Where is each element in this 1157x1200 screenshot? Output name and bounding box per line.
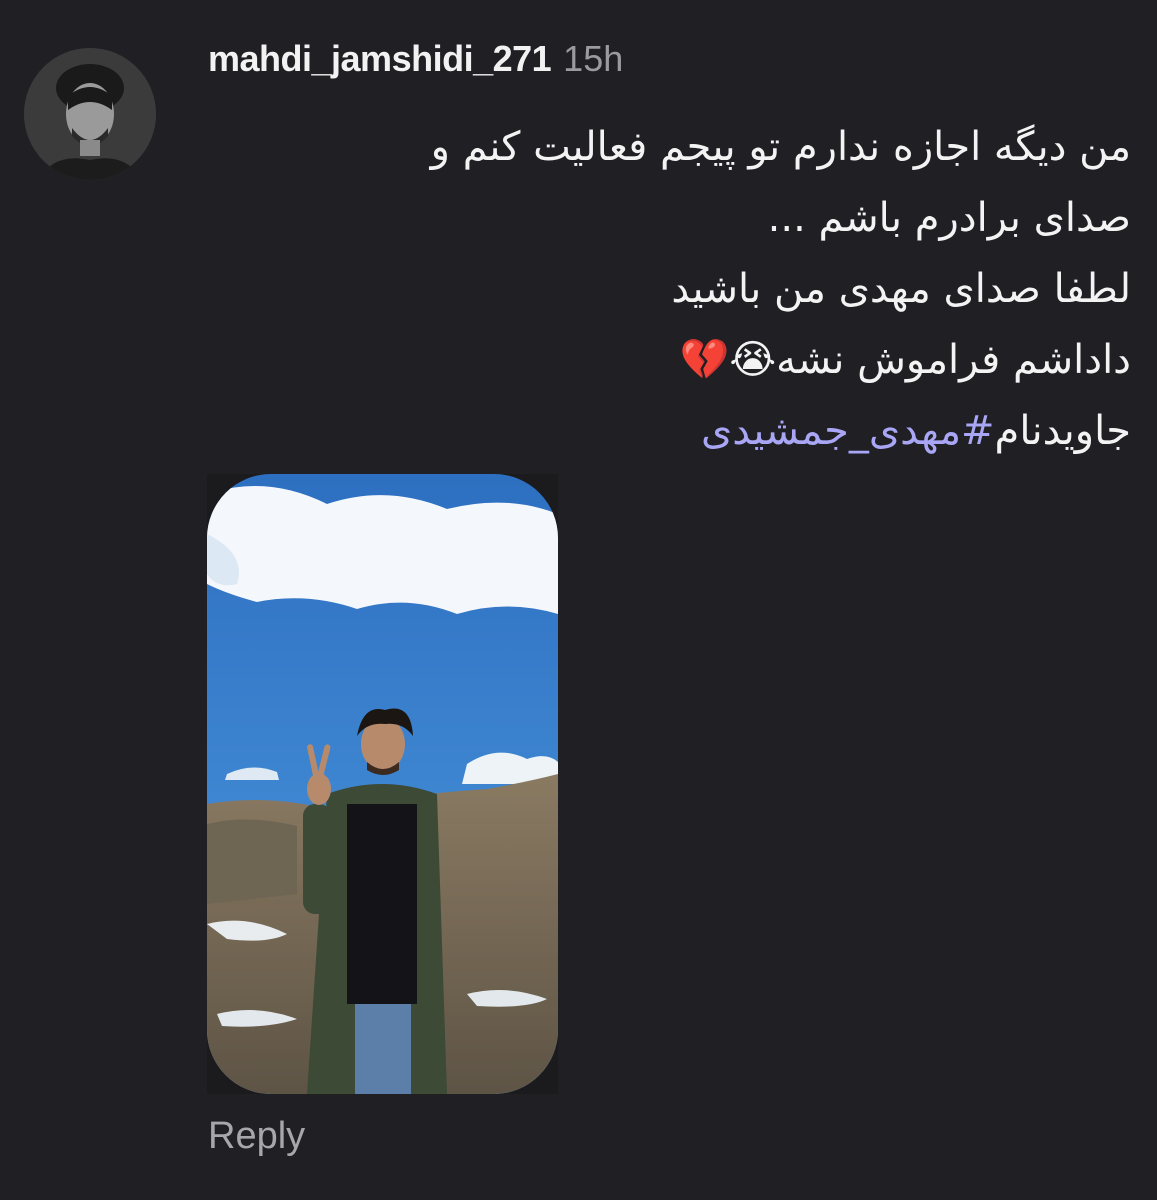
- timestamp: 15h: [563, 38, 624, 79]
- comment-line-1: من دیگه اجازه ندارم تو پیجم فعالیت کنم و: [430, 124, 1131, 170]
- avatar[interactable]: [24, 48, 156, 180]
- hashtag-link[interactable]: #مهدی_جمشیدی: [701, 408, 995, 454]
- crying-broken-heart-emoji: 😭💔: [679, 337, 777, 383]
- photo-scene: [207, 474, 558, 1094]
- comment-item: mahdi_jamshidi_271 15h من دیگه اجازه ندار…: [0, 0, 1157, 1200]
- comment-line-2: صدای برادرم باشم ...: [767, 195, 1131, 241]
- comment-text: من دیگه اجازه ندارم تو پیجم فعالیت کنم و…: [231, 112, 1131, 467]
- comment-line-4-text: داداشم فراموش نشه: [776, 337, 1131, 383]
- comment-header: mahdi_jamshidi_271 15h: [208, 38, 623, 80]
- avatar-photo: [24, 48, 156, 180]
- attached-photo: [207, 474, 558, 1094]
- photo-attachment[interactable]: [207, 474, 558, 1094]
- reply-button[interactable]: Reply: [208, 1115, 305, 1158]
- comment-line-5: جاویدنام#مهدی_جمشیدی: [231, 396, 1131, 467]
- comment-line-4: داداشم فراموش نشه😭💔: [231, 325, 1131, 396]
- comment-line-3: لطفا صدای مهدی من باشید: [671, 266, 1131, 312]
- username[interactable]: mahdi_jamshidi_271: [208, 38, 552, 79]
- hashtag-prefix: جاویدنام: [994, 408, 1131, 454]
